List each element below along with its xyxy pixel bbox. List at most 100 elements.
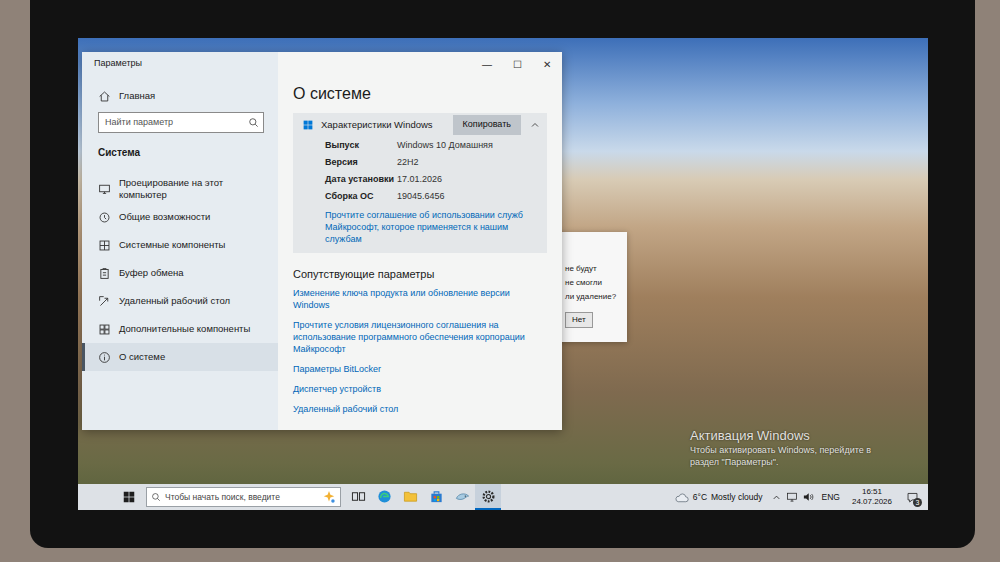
info-icon — [98, 351, 111, 364]
settings-search[interactable] — [98, 112, 264, 133]
highlight-icon — [322, 490, 336, 504]
activation-watermark: Активация WindowsЧтобы активировать Wind… — [690, 428, 871, 468]
start-button[interactable] — [116, 484, 142, 510]
task-view-icon — [351, 489, 366, 504]
laptop-bezel: Параметры—☐✕ Главная Система Проецирование … — [30, 0, 975, 548]
cloud-icon — [674, 490, 689, 505]
notification-count[interactable]: 3 — [913, 498, 922, 507]
related-link[interactable]: Прочтите условия лицензионного соглашени… — [293, 319, 547, 355]
projector-icon — [98, 182, 111, 195]
taskbar-app[interactable] — [423, 484, 449, 510]
home-label[interactable]: Главная — [119, 89, 155, 103]
taskbar-search-field[interactable] — [165, 491, 318, 504]
taskbar-app[interactable] — [397, 484, 423, 510]
spec-value: 22H2 — [397, 156, 419, 170]
taskbar-app[interactable] — [475, 484, 501, 510]
chevron-up-icon — [771, 492, 782, 503]
network-button[interactable] — [786, 491, 798, 503]
section-title: Система — [82, 143, 278, 174]
related-link[interactable]: Удаленный рабочий стол — [293, 403, 547, 415]
dialog-text: не смогли — [565, 276, 623, 290]
about-page: О системе Характеристики Windows Копироват… — [278, 76, 562, 430]
page-title: О системе — [293, 84, 547, 105]
desktop: Параметры—☐✕ Главная Система Проецирование … — [78, 38, 928, 484]
taskbar-app[interactable] — [371, 484, 397, 510]
windows-start-icon — [123, 491, 135, 503]
taskbar-app[interactable] — [449, 484, 475, 510]
settings-body: Главная Система Проецирование на этот комп… — [82, 76, 562, 430]
windows-spec-panel: Характеристики Windows Копировать ВыпускWi… — [293, 113, 547, 253]
watermark-title: Активация Windows — [690, 428, 871, 445]
search-icon — [151, 492, 161, 502]
related-title: Сопутствующие параметры — [293, 267, 547, 281]
weather-widget[interactable]: 6°C Mostly cloudy — [674, 490, 763, 505]
related-link[interactable]: Параметры BitLocker — [293, 363, 547, 375]
spec-row: Сборка ОС19045.6456 — [293, 188, 547, 205]
date[interactable]: 24.07.2026 — [852, 497, 892, 507]
sidebar-label[interactable]: Буфер обмена — [119, 267, 184, 278]
copy-button[interactable]: Копировать — [453, 115, 521, 135]
remote-desktop-icon — [98, 295, 111, 308]
sidebar-item[interactable]: Удаленный рабочий стол — [82, 287, 278, 315]
spec-title[interactable]: Характеристики Windows — [321, 118, 445, 132]
clipboard-icon — [98, 267, 111, 280]
minimize-button[interactable]: — — [472, 52, 502, 76]
sidebar-item[interactable]: Буфер обмена — [82, 259, 278, 287]
sidebar-label[interactable]: Системные компоненты — [119, 239, 225, 250]
title-bar: Параметры—☐✕ — [82, 52, 562, 76]
temperature[interactable]: 6°C — [693, 491, 707, 504]
app-icon — [455, 489, 470, 504]
sidebar-item[interactable]: Проецирование на этот компьютер — [82, 174, 278, 203]
close-button[interactable]: ✕ — [532, 52, 562, 76]
sidebar-label[interactable]: Проецирование на этот компьютер — [119, 177, 270, 200]
gear-icon — [481, 489, 496, 504]
folder-icon — [403, 489, 418, 504]
related-link[interactable]: Диспетчер устройств — [293, 383, 547, 395]
volume-button[interactable] — [802, 491, 814, 503]
sidebar-label[interactable]: О системе — [119, 351, 165, 362]
clock[interactable]: 16:5124.07.2026 — [848, 487, 896, 507]
taskbar: 6°C Mostly cloudy ENG 16:5124.07.2026 3 — [78, 484, 928, 510]
sidebar-item[interactable]: Дополнительные компоненты — [82, 315, 278, 343]
related-link[interactable]: Изменение ключа продукта или обновление … — [293, 287, 547, 311]
spec-label: Версия — [325, 156, 397, 170]
taskbar-search[interactable] — [146, 487, 341, 507]
system-tray: ENG 16:5124.07.2026 3 — [771, 484, 924, 510]
time[interactable]: 16:51 — [852, 487, 892, 497]
services-agreement-link[interactable]: Прочтите соглашение об использовании слу… — [293, 205, 547, 245]
no-button[interactable]: Нет — [565, 312, 593, 328]
store-icon — [429, 489, 444, 504]
search-field[interactable] — [105, 116, 248, 130]
spec-label: Выпуск — [325, 139, 397, 153]
taskbar-app[interactable] — [345, 484, 371, 510]
sidebar-label[interactable]: Удаленный рабочий стол — [119, 295, 230, 306]
chevron-icon[interactable] — [529, 119, 541, 131]
settings-window: Параметры—☐✕ Главная Система Проецирование … — [82, 52, 562, 430]
spec-row: ВыпускWindows 10 Домашняя — [293, 137, 547, 154]
spec-value: 19045.6456 — [397, 190, 445, 204]
sidebar-label[interactable]: Дополнительные компоненты — [119, 323, 250, 334]
network-icon — [786, 491, 798, 503]
sidebar: Главная Система Проецирование на этот комп… — [82, 76, 278, 430]
edge-icon — [377, 489, 392, 504]
language-indicator[interactable]: ENG — [818, 491, 844, 504]
spec-row: Дата установки17.01.2026 — [293, 171, 547, 188]
sidebar-label[interactable]: Общие возможности — [119, 211, 210, 222]
spec-label: Дата установки — [325, 173, 397, 187]
hidden-icons-button[interactable] — [771, 492, 782, 503]
spec-header[interactable]: Характеристики Windows Копировать — [293, 113, 547, 137]
accessibility-icon — [98, 211, 111, 224]
spec-value: 17.01.2026 — [397, 173, 442, 187]
sidebar-item[interactable]: Системные компоненты — [82, 231, 278, 259]
notifications-button[interactable]: 3 — [900, 484, 924, 510]
spec-row: Версия22H2 — [293, 154, 547, 171]
sidebar-item[interactable]: О системе — [82, 343, 278, 371]
related-links: Изменение ключа продукта или обновление … — [293, 287, 547, 415]
maximize-button[interactable]: ☐ — [502, 52, 532, 76]
home-icon — [98, 90, 111, 103]
sidebar-item[interactable]: Общие возможности — [82, 203, 278, 231]
home-link[interactable]: Главная — [82, 84, 278, 108]
spec-value: Windows 10 Домашняя — [397, 139, 493, 153]
weather-condition[interactable]: Mostly cloudy — [711, 491, 763, 504]
windows-logo-icon — [303, 120, 313, 130]
